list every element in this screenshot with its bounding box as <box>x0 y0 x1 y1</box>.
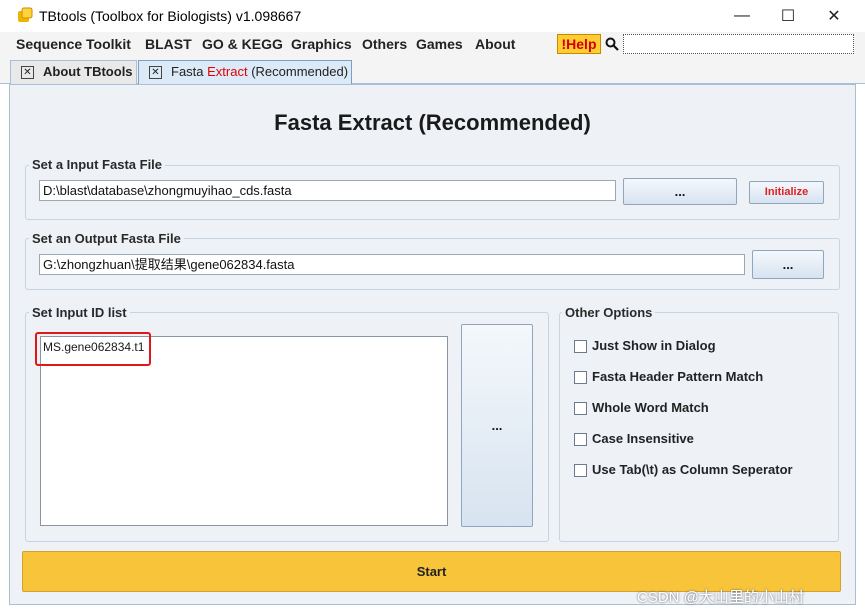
window-title: TBtools (Toolbox for Biologists) v1.0986… <box>39 8 302 24</box>
menu-go-kegg[interactable]: GO & KEGG <box>202 36 283 52</box>
tab-column-separator-label: Use Tab(\t) as Column Seperator <box>592 462 793 477</box>
annotation-highlight-box <box>35 332 151 366</box>
page-title: Fasta Extract (Recommended) <box>274 110 591 135</box>
tab-close-icon[interactable]: ✕ <box>21 66 34 79</box>
id-list-browse-button[interactable]: ... <box>461 324 533 527</box>
menu-others[interactable]: Others <box>362 36 407 52</box>
title-bar: TBtools (Toolbox for Biologists) v1.0986… <box>0 0 865 32</box>
tab-close-icon[interactable]: ✕ <box>149 66 162 79</box>
maximize-button[interactable]: ☐ <box>765 0 811 32</box>
menu-graphics[interactable]: Graphics <box>291 36 352 52</box>
minimize-button[interactable]: — <box>719 0 765 32</box>
watermark: CSDN @大山里的小山村 <box>637 589 804 606</box>
search-icon[interactable] <box>605 37 619 51</box>
fasta-header-pattern-match-checkbox[interactable] <box>574 371 587 384</box>
just-show-in-dialog-checkbox[interactable] <box>574 340 587 353</box>
output-fasta-browse-button[interactable]: ... <box>752 250 824 279</box>
just-show-in-dialog-label: Just Show in Dialog <box>592 338 716 353</box>
maximize-icon: ☐ <box>780 8 796 25</box>
menu-about[interactable]: About <box>475 36 515 52</box>
menu-games[interactable]: Games <box>416 36 463 52</box>
case-insensitive-label: Case Insensitive <box>592 431 694 446</box>
input-fasta-browse-button[interactable]: ... <box>623 178 737 205</box>
whole-word-match-label: Whole Word Match <box>592 400 709 415</box>
other-options-group-title: Other Options <box>562 305 656 320</box>
whole-word-match-checkbox[interactable] <box>574 402 587 415</box>
minimize-icon: — <box>734 7 750 24</box>
input-fasta-path-field[interactable]: D:\blast\database\zhongmuyihao_cds.fasta <box>39 180 616 201</box>
id-list-group-title: Set Input ID list <box>29 305 130 320</box>
case-insensitive-checkbox[interactable] <box>574 433 587 446</box>
output-fasta-group-title: Set an Output Fasta File <box>29 231 184 246</box>
search-input[interactable] <box>623 34 854 54</box>
input-fasta-group-title: Set a Input Fasta File <box>29 157 166 172</box>
tab-about-tbtools[interactable]: ✕ About TBtools <box>10 60 137 84</box>
close-icon: ✕ <box>827 8 841 25</box>
close-button[interactable]: ✕ <box>811 0 857 32</box>
tab-label-highlight: Extract <box>207 64 248 79</box>
tab-fasta-extract[interactable]: ✕ Fasta Extract (Recommended) <box>138 60 352 84</box>
tab-label: About TBtools <box>43 64 133 79</box>
menu-sequence-toolkit[interactable]: Sequence Toolkit <box>16 36 131 52</box>
tab-label-prefix: Fasta <box>171 64 208 79</box>
tab-column-separator-checkbox[interactable] <box>574 464 587 477</box>
fasta-header-pattern-match-label: Fasta Header Pattern Match <box>592 369 764 384</box>
initialize-button[interactable]: Initialize <box>749 181 824 204</box>
help-button[interactable]: !Help <box>557 34 601 54</box>
tab-label-suffix: (Recommended) <box>247 64 349 79</box>
menu-blast[interactable]: BLAST <box>145 36 192 52</box>
tbtools-logo-icon <box>18 7 33 22</box>
output-fasta-path-field[interactable]: G:\zhongzhuan\提取结果\gene062834.fasta <box>39 254 745 275</box>
